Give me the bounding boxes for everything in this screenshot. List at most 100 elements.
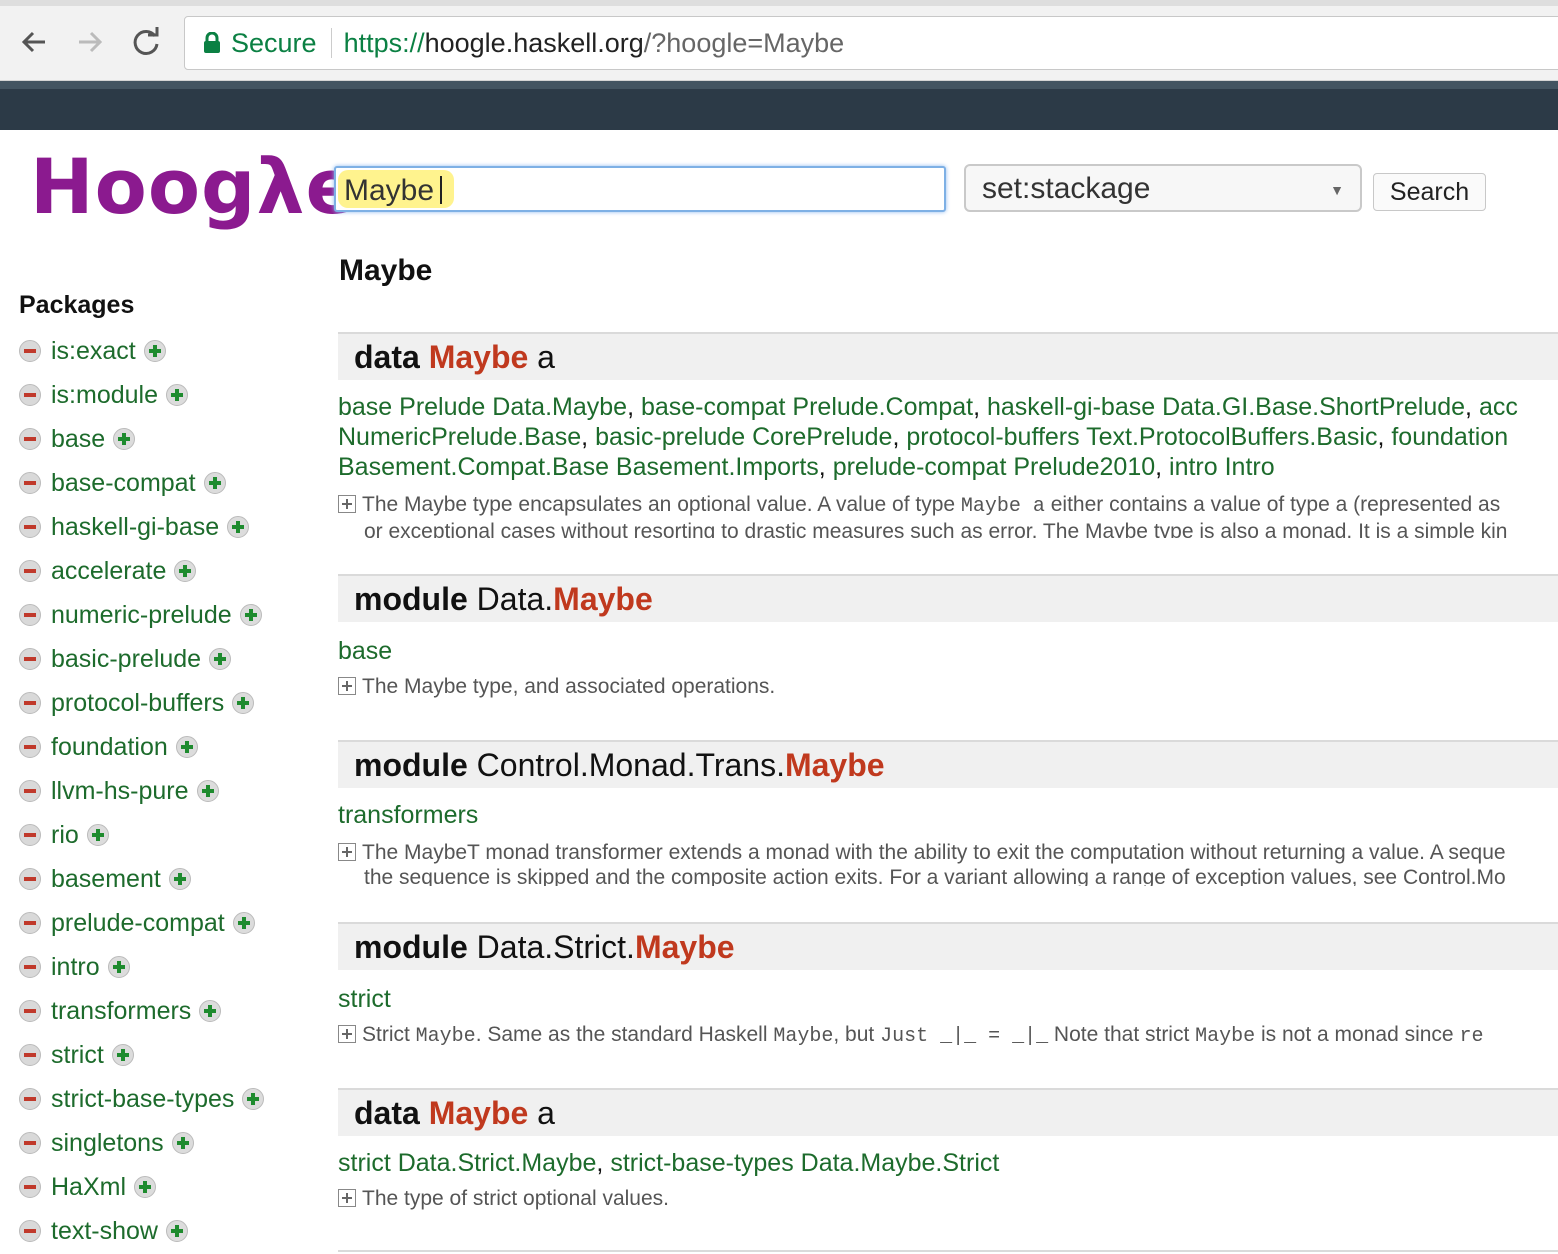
include-plus-icon[interactable] [134,1176,157,1198]
sidebar-item-label[interactable]: strict [51,1041,104,1070]
sidebar-item-label[interactable]: numeric-prelude [51,601,232,630]
sidebar-item-label[interactable]: is:module [51,381,158,410]
sidebar-item-label[interactable]: is:exact [51,337,136,366]
result-module-prefix[interactable]: Data. [477,581,553,617]
include-plus-icon[interactable] [165,1220,188,1242]
result-name-link[interactable]: Maybe [785,747,885,783]
sidebar-item-label[interactable]: intro [51,953,100,982]
location-link[interactable]: prelude-compat Prelude2010 [833,453,1155,481]
exclude-minus-icon[interactable] [19,516,41,538]
exclude-minus-icon[interactable] [19,868,41,890]
location-link[interactable]: acc [1479,393,1518,421]
include-plus-icon[interactable] [168,868,191,890]
sidebar-item-label[interactable]: transformers [51,997,191,1026]
reload-button[interactable] [126,22,166,62]
exclude-minus-icon[interactable] [19,780,41,802]
back-button[interactable] [14,22,54,62]
exclude-minus-icon[interactable] [19,428,41,450]
search-button[interactable]: Search [1373,173,1486,211]
sidebar-item-label[interactable]: base [51,425,105,454]
include-plus-icon[interactable] [171,1132,194,1154]
expand-plus-icon[interactable] [338,495,356,513]
exclude-minus-icon[interactable] [19,560,41,582]
sidebar-item-label[interactable]: HaXml [51,1173,126,1202]
include-plus-icon[interactable] [111,1044,134,1066]
sidebar-item-label[interactable]: haskell-gi-base [51,513,219,542]
include-plus-icon[interactable] [143,340,166,362]
location-link[interactable]: transformers [338,801,478,829]
location-link[interactable]: base-compat Prelude.Compat [641,393,973,421]
include-plus-icon[interactable] [232,912,255,934]
exclude-minus-icon[interactable] [19,1220,41,1242]
sidebar-item-label[interactable]: basic-prelude [51,645,201,674]
include-plus-icon[interactable] [166,384,188,406]
location-link[interactable]: base Prelude Data.Maybe [338,393,627,421]
sidebar-item-label[interactable]: accelerate [51,557,166,586]
sidebar-item-label[interactable]: llvm-hs-pure [51,777,189,806]
result-name-link[interactable]: Maybe [429,1095,529,1131]
exclude-minus-icon[interactable] [19,648,41,670]
location-link[interactable]: Basement.Compat.Base Basement.Imports [338,453,819,481]
expand-plus-icon[interactable] [338,1189,356,1207]
location-link[interactable]: strict [338,985,391,1013]
sidebar-item-label[interactable]: text-show [51,1217,158,1246]
result-name-link[interactable]: Maybe [635,929,735,965]
exclude-minus-icon[interactable] [19,1000,41,1022]
sidebar-item-label[interactable]: prelude-compat [51,909,225,938]
include-plus-icon[interactable] [113,428,136,450]
include-plus-icon[interactable] [174,560,197,582]
location-link[interactable]: intro Intro [1169,453,1275,481]
include-plus-icon[interactable] [175,736,198,758]
exclude-minus-icon[interactable] [19,956,41,978]
location-link[interactable]: strict-base-types Data.Maybe.Strict [610,1149,999,1177]
exclude-minus-icon[interactable] [19,1088,41,1110]
expand-plus-icon[interactable] [338,1025,356,1043]
result-name-link[interactable]: Maybe [429,339,529,375]
exclude-minus-icon[interactable] [19,1044,41,1066]
location-link[interactable]: base [338,637,392,665]
expand-plus-icon[interactable] [338,843,356,861]
exclude-minus-icon[interactable] [19,692,41,714]
exclude-minus-icon[interactable] [19,736,41,758]
include-plus-icon[interactable] [107,956,130,978]
location-link[interactable]: basic-prelude CorePrelude [595,423,892,451]
location-link[interactable]: haskell-gi-base Data.GI.Base.ShortPrelud… [987,393,1465,421]
hoogle-logo[interactable]: Hoogλe [30,142,358,231]
include-plus-icon[interactable] [203,472,226,494]
include-plus-icon[interactable] [242,1088,265,1110]
include-plus-icon[interactable] [196,780,219,802]
location-link[interactable]: NumericPrelude.Base [338,423,581,451]
exclude-minus-icon[interactable] [19,604,41,626]
sidebar-item-label[interactable]: foundation [51,733,168,762]
forward-button[interactable] [70,22,110,62]
exclude-minus-icon[interactable] [19,1176,41,1198]
include-plus-icon[interactable] [239,604,262,626]
include-plus-icon[interactable] [227,516,250,538]
sidebar-item-label[interactable]: rio [51,821,79,850]
result-name-link[interactable]: Maybe [553,581,653,617]
sidebar-item-label[interactable]: basement [51,865,161,894]
exclude-minus-icon[interactable] [19,340,41,362]
include-plus-icon[interactable] [199,1000,222,1022]
result-module-prefix[interactable]: Data.Strict. [477,929,635,965]
scope-select[interactable]: set:stackage ▼ [964,164,1362,212]
include-plus-icon[interactable] [86,824,109,846]
exclude-minus-icon[interactable] [19,824,41,846]
exclude-minus-icon[interactable] [19,1132,41,1154]
include-plus-icon[interactable] [232,692,255,714]
exclude-minus-icon[interactable] [19,472,41,494]
address-bar[interactable]: Secure https://hoogle.haskell.org/?hoogl… [184,16,1558,70]
sidebar-item-label[interactable]: singletons [51,1129,164,1158]
location-link[interactable]: strict Data.Strict.Maybe [338,1149,596,1177]
search-input[interactable]: Maybe [334,166,946,212]
exclude-minus-icon[interactable] [19,912,41,934]
location-link[interactable]: protocol-buffers Text.ProtocolBuffers.Ba… [906,423,1377,451]
exclude-minus-icon[interactable] [19,384,41,406]
include-plus-icon[interactable] [209,648,232,670]
location-link[interactable]: foundation [1391,423,1508,451]
sidebar-item-label[interactable]: protocol-buffers [51,689,224,718]
sidebar-item-label[interactable]: strict-base-types [51,1085,234,1114]
expand-plus-icon[interactable] [338,677,356,695]
sidebar-item-label[interactable]: base-compat [51,469,196,498]
result-module-prefix[interactable]: Control.Monad.Trans. [477,747,785,783]
